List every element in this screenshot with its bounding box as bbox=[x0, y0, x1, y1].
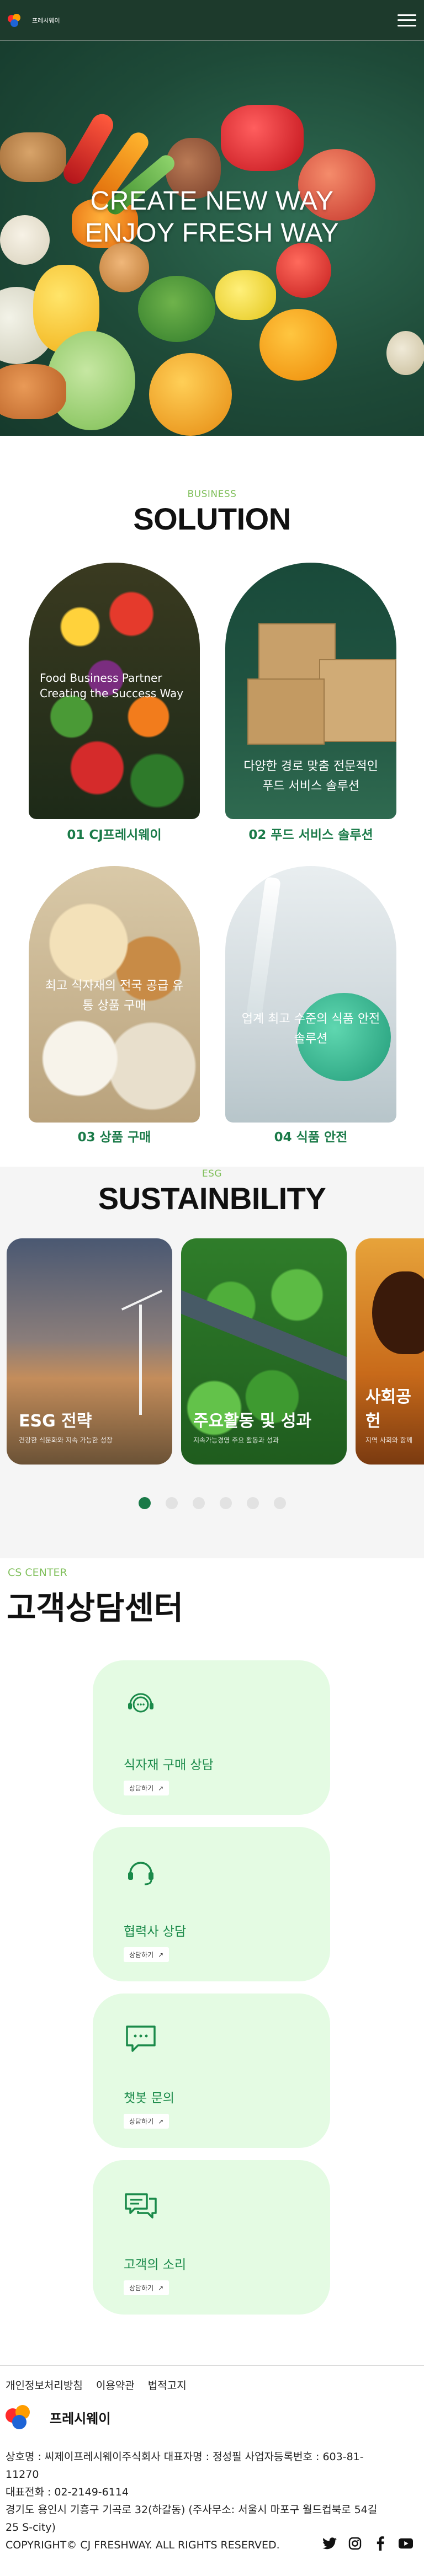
solution-card-cj[interactable]: Food Business Partner Creating the Succe… bbox=[29, 563, 200, 819]
road-image bbox=[181, 1288, 347, 1387]
company-info-line: 경기도 용인시 기흥구 기곡로 32(하갈동) (주사무소: 서울시 마포구 월… bbox=[6, 2504, 378, 2534]
solution-card-overlay: 최고 식자재의 전국 공급 유통 상품 구매 bbox=[45, 979, 184, 1013]
cs-card-name: 협력사 상담 bbox=[124, 1925, 187, 1939]
hero-title: CREATE NEW WAY ENJOY FRESH WAY bbox=[0, 185, 424, 249]
solution-card-overlay: Food Business Partner Creating the Succe… bbox=[40, 671, 184, 700]
solution-label-foodservice[interactable]: 02 푸드 서비스 솔루션 bbox=[225, 824, 396, 843]
esg-card-activities[interactable]: 주요활동 및 성과 지속가능경영 주요 활동과 성과 bbox=[181, 1238, 347, 1465]
esg-card-title: 사회공헌 bbox=[365, 1387, 411, 1431]
site-header: 프레시웨이 bbox=[0, 0, 424, 41]
solution-card-overlay: 다양한 경로 맞춤 전문적인 푸드 서비스 솔루션 bbox=[243, 760, 378, 793]
esg-card-title: ESG 전략 bbox=[19, 1412, 92, 1431]
consult-link[interactable]: 상담하기 ↗ bbox=[124, 2114, 169, 2129]
voice-icon bbox=[125, 2193, 157, 2219]
consult-link-label: 상담하기 bbox=[129, 1784, 154, 1792]
carousel-dot-2[interactable] bbox=[165, 1497, 178, 1509]
menu-icon[interactable] bbox=[398, 13, 416, 28]
arrow-up-right-icon: ↗ bbox=[158, 2284, 164, 2292]
hero-section: CREATE NEW WAY ENJOY FRESH WAY bbox=[0, 0, 424, 436]
esg-card-subtitle: 건강한 식문화와 지속 가능한 성장 bbox=[19, 1436, 113, 1444]
consult-link[interactable]: 상담하기 ↗ bbox=[124, 1947, 169, 1962]
cs-card-purchase[interactable]: 식자재 구매 상담 상담하기 ↗ bbox=[93, 1660, 330, 1815]
headset-icon bbox=[128, 1862, 153, 1885]
solution-card-safety[interactable]: 업계 최고 수준의 식품 안전 솔루션 bbox=[225, 866, 396, 1123]
carousel-pagination bbox=[0, 1497, 424, 1509]
consult-link-label: 상담하기 bbox=[129, 2118, 154, 2125]
hands-image bbox=[372, 1271, 424, 1354]
footer-links: 개인정보처리방침 이용약관 법적고지 bbox=[6, 2377, 187, 2392]
footer-logo: 프레시웨이 bbox=[6, 2404, 110, 2430]
cs-card-name: 챗봇 문의 bbox=[124, 2091, 174, 2105]
consult-link-label: 상담하기 bbox=[129, 1951, 154, 1959]
esg-card-title: 주요활동 및 성과 bbox=[193, 1412, 312, 1431]
consult-link[interactable]: 상담하기 ↗ bbox=[124, 1781, 169, 1795]
facebook-icon[interactable] bbox=[373, 2536, 388, 2551]
cs-title: 고객상담센터 bbox=[7, 1589, 184, 1627]
social-links bbox=[322, 2536, 413, 2551]
hero-title-line2: ENJOY FRESH WAY bbox=[84, 218, 339, 248]
esg-card-strategy[interactable]: ESG 전략 건강한 식문화와 지속 가능한 성장 bbox=[7, 1238, 172, 1465]
consult-link[interactable]: 상담하기 ↗ bbox=[124, 2280, 169, 2295]
legal-notice-link[interactable]: 법적고지 bbox=[148, 2377, 187, 2392]
esg-card-subtitle: 지역 사회와 함께 bbox=[365, 1436, 412, 1444]
solution-eyebrow: BUSINESS bbox=[187, 489, 237, 500]
esg-eyebrow: ESG bbox=[202, 1168, 222, 1179]
cs-card-name: 고객의 소리 bbox=[124, 2258, 187, 2272]
cj-logo-mark-icon bbox=[6, 2404, 45, 2430]
terms-link[interactable]: 이용약관 bbox=[96, 2377, 135, 2392]
solution-card-overlay: 업계 최고 수준의 식품 안전 솔루션 bbox=[241, 1012, 380, 1046]
arrow-up-right-icon: ↗ bbox=[158, 2117, 164, 2125]
box-image-3 bbox=[247, 678, 325, 745]
cj-logo-mark-icon bbox=[8, 13, 29, 27]
company-info-line: 상호명 : 씨제이프레시웨이주식회사 대표자명 : 정성필 사업자등록번호 : … bbox=[6, 2451, 364, 2481]
carousel-dot-6[interactable] bbox=[273, 1497, 286, 1509]
test-tube-image bbox=[246, 877, 281, 1021]
page: CREATE NEW WAY ENJOY FRESH WAY 프레시웨이 BUS… bbox=[0, 0, 424, 2576]
esg-title: SUSTAINBILITY bbox=[98, 1181, 326, 1216]
instagram-icon[interactable] bbox=[348, 2536, 362, 2551]
consult-link-label: 상담하기 bbox=[129, 2284, 154, 2292]
arrow-up-right-icon: ↗ bbox=[158, 1784, 164, 1792]
carousel-dot-3[interactable] bbox=[192, 1497, 205, 1509]
wind-turbine-image bbox=[139, 1305, 142, 1415]
box-image-2 bbox=[319, 659, 396, 742]
solution-label-safety[interactable]: 04 식품 안전 bbox=[225, 1126, 396, 1145]
youtube-icon[interactable] bbox=[399, 2536, 413, 2551]
solution-label-purchase[interactable]: 03 상품 구매 bbox=[29, 1126, 200, 1145]
footer-divider bbox=[0, 2365, 424, 2366]
arrow-up-right-icon: ↗ bbox=[158, 1950, 164, 1959]
cs-card-partner[interactable]: 협력사 상담 상담하기 ↗ bbox=[93, 1827, 330, 1981]
hero-title-line1: CREATE NEW WAY bbox=[90, 186, 334, 216]
cs-card-voice[interactable]: 고객의 소리 상담하기 ↗ bbox=[93, 2160, 330, 2315]
carousel-dot-4[interactable] bbox=[219, 1497, 232, 1509]
privacy-policy-link[interactable]: 개인정보처리방침 bbox=[6, 2377, 83, 2392]
solution-card-purchase[interactable]: 최고 식자재의 전국 공급 유통 상품 구매 bbox=[29, 866, 200, 1123]
twitter-icon[interactable] bbox=[322, 2536, 337, 2551]
chat-icon bbox=[126, 2025, 156, 2052]
carousel-dot-5[interactable] bbox=[246, 1497, 259, 1509]
cs-card-chatbot[interactable]: 챗봇 문의 상담하기 ↗ bbox=[93, 1994, 330, 2148]
logo-text: 프레시웨이 bbox=[32, 17, 60, 24]
consult-icon bbox=[128, 1693, 153, 1713]
carousel-dot-1[interactable] bbox=[138, 1497, 151, 1509]
esg-card-subtitle: 지속가능경영 주요 활동과 성과 bbox=[193, 1436, 279, 1444]
company-info-line: 대표전화 : 02-2149-6114 bbox=[6, 2486, 129, 2498]
cj-logo[interactable]: 프레시웨이 bbox=[8, 13, 60, 27]
solution-title: SOLUTION bbox=[133, 501, 291, 536]
solution-card-foodservice[interactable]: 다양한 경로 맞춤 전문적인 푸드 서비스 솔루션 bbox=[225, 563, 396, 819]
footer-logo-text: 프레시웨이 bbox=[50, 2411, 111, 2427]
cs-card-name: 식자재 구매 상담 bbox=[124, 1758, 214, 1772]
esg-card-social[interactable]: 사회공헌 지역 사회와 함께 bbox=[356, 1238, 424, 1465]
solution-label-cj[interactable]: 01 CJ프레시웨이 bbox=[29, 824, 200, 843]
cs-eyebrow: CS CENTER bbox=[8, 1567, 67, 1579]
